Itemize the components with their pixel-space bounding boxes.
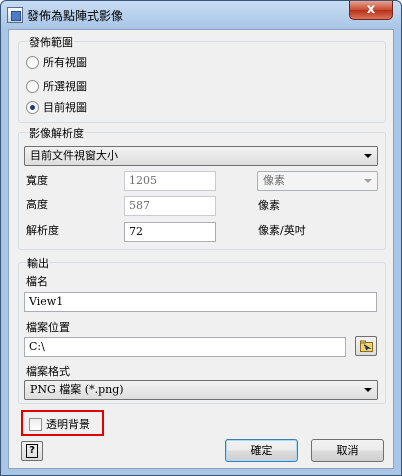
transparent-bg-highlight: 透明背景: [21, 410, 104, 436]
radio-label-all-views: 所有視圖: [43, 56, 87, 69]
ok-button[interactable]: 確定: [225, 439, 298, 462]
dialog-body: 發佈範圍 所有視圖 所選視圖 目前視圖 影像解析度 目前文件視窗大小 寬度 12…: [8, 29, 394, 469]
height-label: 高度: [26, 198, 48, 211]
transparent-bg-checkbox-row[interactable]: 透明背景: [29, 416, 90, 432]
file-location-label: 檔案位置: [26, 321, 70, 334]
chevron-down-icon: [364, 179, 372, 183]
transparent-bg-checkbox[interactable]: [29, 417, 42, 431]
file-format-label: 檔案格式: [26, 365, 70, 378]
publish-range-label: 發佈範圍: [28, 34, 74, 50]
radio-button[interactable]: [26, 55, 39, 69]
dialog-title: 發佈為點陣式影像: [27, 9, 124, 23]
chevron-down-icon: [364, 154, 372, 158]
width-field[interactable]: 1205: [124, 171, 216, 191]
resolution-preset-value: 目前文件視窗大小: [30, 149, 118, 162]
help-button[interactable]: ?: [21, 441, 43, 461]
height-field[interactable]: 587: [124, 196, 216, 216]
resolution-preset-select[interactable]: 目前文件視窗大小: [24, 146, 378, 166]
height-unit-label: 像素: [258, 199, 280, 212]
file-location-field[interactable]: C:\: [24, 337, 346, 357]
title-bar[interactable]: 發佈為點陣式影像 x: [1, 1, 401, 29]
dpi-label: 解析度: [26, 224, 59, 237]
dialog-window: 發佈為點陣式影像 x 發佈範圍 所有視圖 所選視圖 目前視圖 影像解析度 目前文…: [0, 0, 402, 476]
unit-select-value: 像素: [263, 174, 285, 187]
help-icon: ?: [26, 444, 38, 458]
radio-button-selected[interactable]: [26, 100, 39, 114]
radio-all-views[interactable]: 所有視圖: [26, 54, 87, 70]
image-resolution-label: 影像解析度: [28, 125, 85, 141]
dpi-field[interactable]: 72: [124, 222, 216, 242]
radio-current-view[interactable]: 目前視圖: [26, 99, 87, 115]
radio-label-current-view: 目前視圖: [43, 101, 87, 114]
close-button[interactable]: x: [349, 1, 393, 20]
chevron-down-icon: [364, 388, 372, 392]
output-label: 輸出: [26, 255, 50, 271]
dpi-unit-label: 像素/英吋: [258, 224, 306, 237]
folder-icon: [360, 340, 373, 352]
close-icon: x: [366, 2, 376, 17]
filename-label: 檔名: [26, 275, 48, 288]
transparent-bg-label: 透明背景: [46, 418, 90, 431]
filename-field[interactable]: View1: [24, 292, 377, 312]
unit-select[interactable]: 像素: [257, 171, 378, 191]
browse-button[interactable]: [355, 336, 377, 356]
radio-label-selected-views: 所選視圖: [43, 80, 87, 93]
radio-button[interactable]: [26, 79, 39, 93]
app-icon: [7, 7, 23, 23]
radio-selected-views[interactable]: 所選視圖: [26, 78, 87, 94]
width-label: 寬度: [26, 174, 48, 187]
cancel-button[interactable]: 取消: [311, 439, 384, 462]
file-format-select[interactable]: PNG 檔案 (*.png): [24, 380, 378, 400]
file-format-value: PNG 檔案 (*.png): [30, 383, 124, 396]
